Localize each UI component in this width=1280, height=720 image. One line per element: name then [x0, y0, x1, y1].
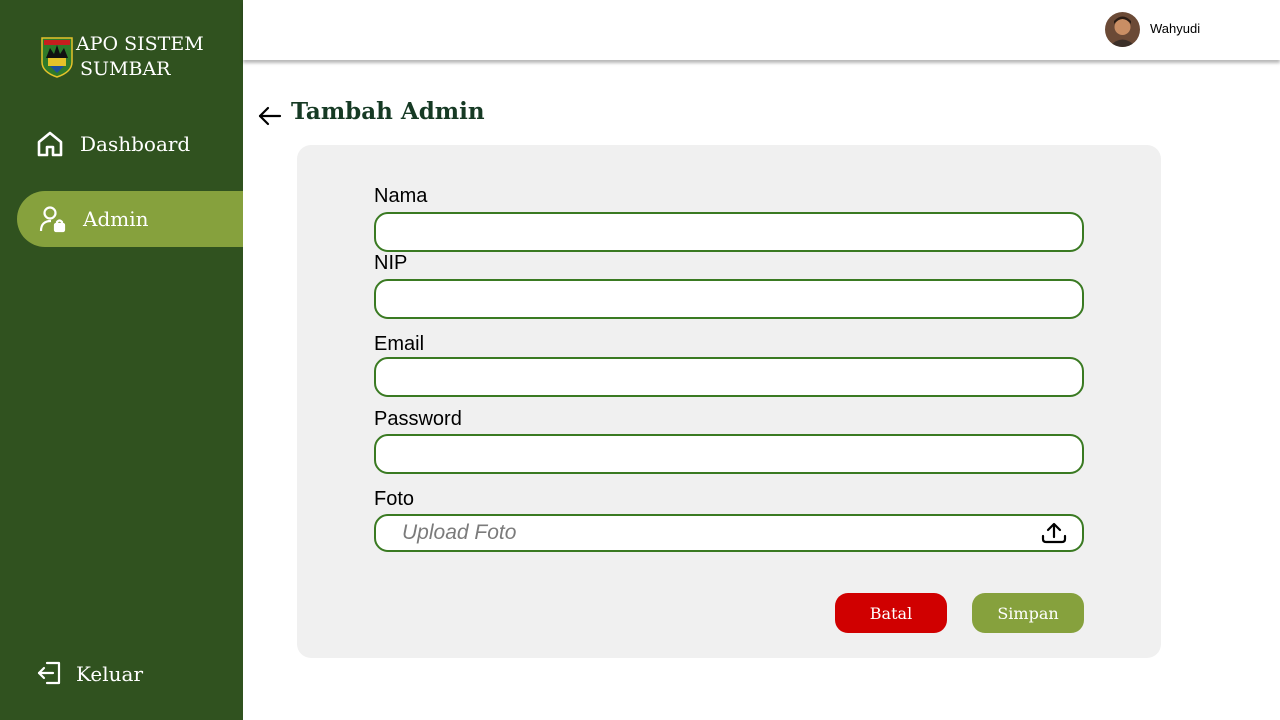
- password-input[interactable]: [374, 434, 1084, 474]
- sidebar: APO SISTEM SUMBAR Dashboard Admin Keluar: [0, 0, 243, 720]
- admin-user-lock-icon: [39, 205, 67, 233]
- nip-label: NIP: [374, 252, 408, 274]
- email-label: Email: [374, 333, 425, 355]
- foto-label: Foto: [374, 488, 415, 510]
- province-emblem-logo: [41, 37, 73, 78]
- nip-input[interactable]: [374, 279, 1084, 319]
- upload-icon[interactable]: [1040, 521, 1068, 545]
- username: Wahyudi: [1150, 21, 1201, 36]
- page-title: Tambah Admin: [291, 98, 485, 125]
- logout-icon: [36, 660, 64, 688]
- sidebar-item-admin[interactable]: Admin: [17, 191, 243, 247]
- email-input[interactable]: [374, 357, 1084, 397]
- sidebar-item-label: Dashboard: [80, 132, 191, 156]
- logout-button[interactable]: Keluar: [36, 656, 143, 692]
- logout-label: Keluar: [76, 662, 144, 686]
- user-avatar[interactable]: [1105, 12, 1140, 47]
- save-button[interactable]: Simpan: [972, 593, 1084, 633]
- photo-upload-field[interactable]: Upload Foto: [374, 514, 1084, 552]
- upload-placeholder: Upload Foto: [402, 521, 517, 544]
- brand-line-1: APO SISTEM: [76, 33, 204, 55]
- cancel-button[interactable]: Batal: [835, 593, 947, 633]
- brand-name: APO SISTEM SUMBAR: [76, 32, 204, 82]
- nama-input[interactable]: [374, 212, 1084, 252]
- sidebar-item-dashboard[interactable]: Dashboard: [36, 124, 190, 164]
- password-label: Password: [374, 408, 462, 430]
- back-arrow-icon[interactable]: [257, 103, 283, 129]
- top-bar: Wahyudi: [243, 0, 1280, 60]
- nama-label: Nama: [374, 185, 428, 207]
- sidebar-item-label: Admin: [83, 207, 149, 231]
- brand-line-2: SUMBAR: [80, 58, 171, 80]
- home-icon: [36, 130, 64, 158]
